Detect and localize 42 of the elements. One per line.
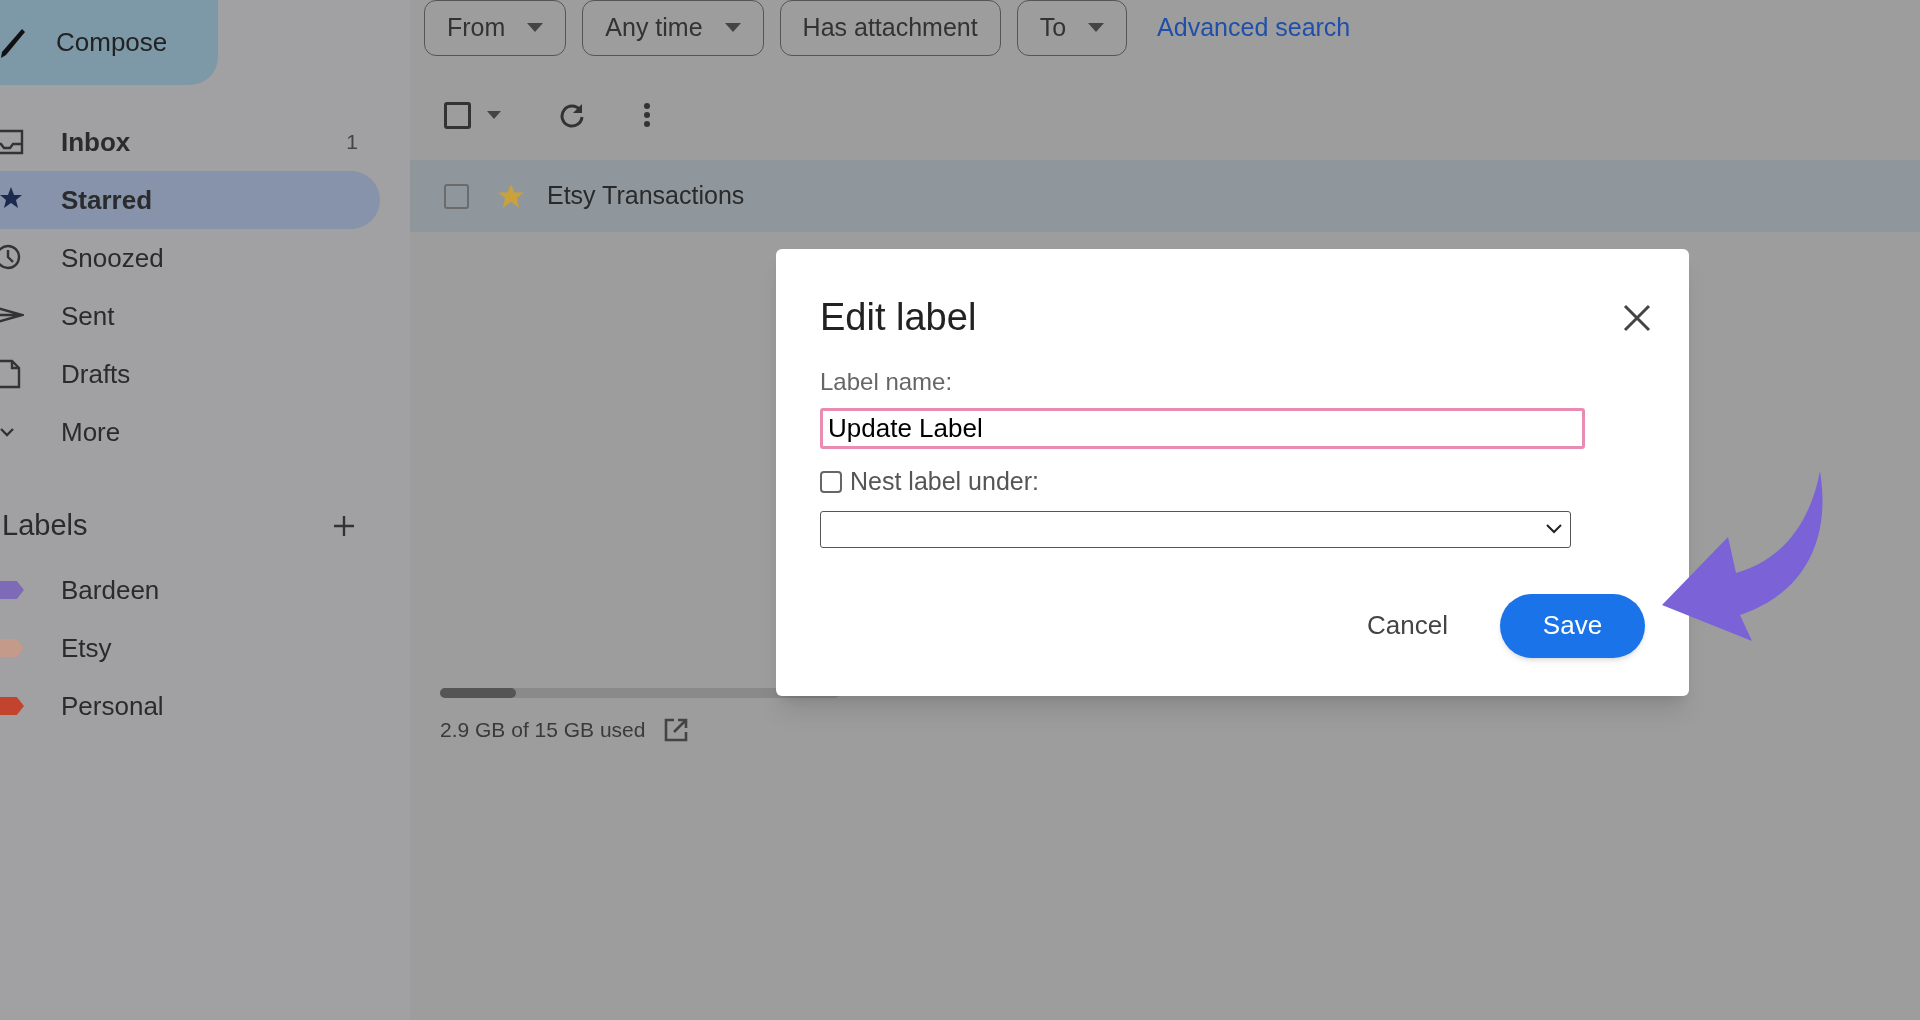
compose-button[interactable]: Compose [0,0,218,85]
caret-icon [527,23,544,32]
label-item[interactable]: Personal [0,677,380,735]
caret-icon [1088,23,1105,32]
filter-chip[interactable]: To [1016,0,1128,56]
sidebar-item[interactable]: Drafts [0,345,380,403]
filter-chip[interactable]: Any time [582,0,764,56]
label-item[interactable]: Bardeen [0,561,380,619]
dialog-title: Edit label [820,295,977,340]
parent-label-select[interactable] [820,510,1571,548]
pencil-icon [0,26,26,59]
close-icon[interactable] [1623,303,1651,332]
inbox-icon [0,127,24,157]
cancel-button[interactable]: Cancel [1355,593,1460,658]
sidebar-item[interactable]: Sent [0,287,380,345]
star-icon[interactable] [497,182,525,210]
select-all-checkbox[interactable] [444,101,471,129]
external-link-icon[interactable] [663,716,690,743]
sidebar-item[interactable]: Snoozed [0,229,380,287]
caret-icon[interactable] [487,111,501,119]
refresh-icon[interactable] [559,102,585,128]
filter-chip[interactable]: From [424,0,567,56]
nest-checkbox[interactable]: Nest label under: [820,463,1645,501]
row-checkbox[interactable] [444,183,469,209]
chevron-down-icon [0,428,14,437]
field-label: Label name: [820,367,954,397]
sidebar-item[interactable]: Starred [0,171,380,229]
filter-chip[interactable]: Has attachment [779,0,1001,56]
sidebar-item[interactable]: More [0,403,380,461]
label-item[interactable]: Etsy [0,619,380,677]
add-icon[interactable] [332,514,356,538]
label-name-input[interactable]: Update Label [820,408,1585,449]
save-button[interactable]: Save [1500,593,1645,658]
sidebar-item[interactable]: Inbox 1 [0,113,380,171]
chevron-down-icon [1546,524,1562,534]
more-options-icon[interactable] [643,102,651,128]
caret-icon [724,23,741,32]
advanced-search-link[interactable]: Advanced search [1157,9,1351,47]
email-row[interactable]: Etsy Transactions [410,160,1920,232]
unread-count: 1 [346,129,358,156]
labels-heading: Labels [2,508,88,544]
storage-usage-text: 2.9 GB of 15 GB used [440,717,646,743]
